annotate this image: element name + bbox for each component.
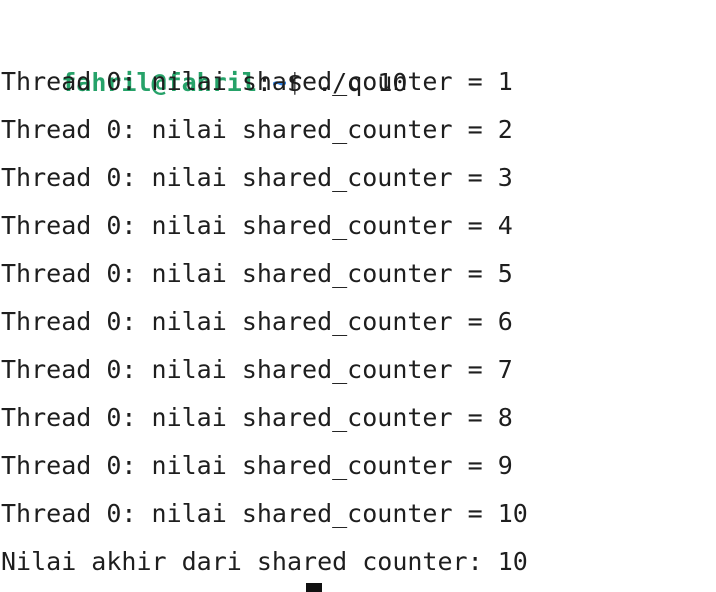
final-output-line: Nilai akhir dari shared counter: 10 [1,547,528,576]
text-cursor [306,583,322,592]
prompt-line: fahril@fahril:~$ ./q 10 [1,11,407,97]
output-line: Thread 0: nilai shared_counter = 4 [1,211,513,240]
output-line: Thread 0: nilai shared_counter = 7 [1,355,513,384]
output-line: Thread 0: nilai shared_counter = 1 [1,67,513,96]
output-line: Thread 0: nilai shared_counter = 9 [1,451,513,480]
output-line: Thread 0: nilai shared_counter = 2 [1,115,513,144]
output-line: Thread 0: nilai shared_counter = 6 [1,307,513,336]
output-line: Thread 0: nilai shared_counter = 5 [1,259,513,288]
terminal-window[interactable]: fahril@fahril:~$ ./q 10 Thread 0: nilai … [0,0,716,592]
output-line: Thread 0: nilai shared_counter = 3 [1,163,513,192]
output-line: Thread 0: nilai shared_counter = 8 [1,403,513,432]
output-line: Thread 0: nilai shared_counter = 10 [1,499,528,528]
